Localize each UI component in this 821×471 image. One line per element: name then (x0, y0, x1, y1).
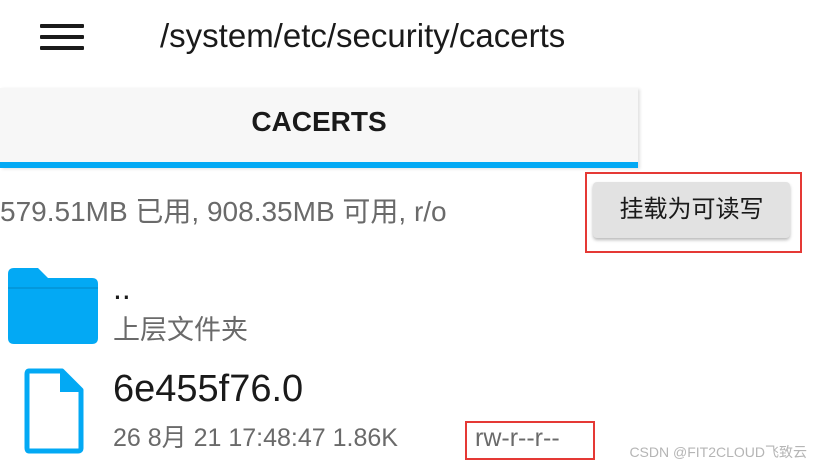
menu-icon-line (40, 35, 84, 39)
tab-cacerts[interactable]: CACERTS (0, 88, 638, 162)
menu-icon-line (40, 46, 84, 50)
menu-icon[interactable] (40, 24, 84, 50)
app-bar: /system/etc/security/cacerts (0, 0, 821, 78)
file-icon (24, 368, 84, 454)
storage-info: 579.51MB 已用, 908.35MB 可用, r/o (0, 196, 447, 227)
parent-folder-row[interactable]: .. 上层文件夹 (0, 262, 821, 352)
tab-bar: CACERTS (0, 88, 638, 168)
file-size: 1.86K (332, 424, 398, 452)
current-path-title: /system/etc/security/cacerts (160, 17, 566, 54)
item-name: .. (113, 270, 131, 306)
watermark: CSDN @FIT2CLOUD飞致云 (629, 444, 807, 460)
file-date: 26 8月 21 17:48:47 (113, 424, 326, 452)
file-name: 6e455f76.0 (113, 368, 304, 410)
folder-icon (8, 268, 98, 344)
permissions-highlight (465, 421, 595, 460)
item-subtitle: 上层文件夹 (113, 315, 248, 345)
mount-read-write-button[interactable]: 挂载为可读写 (593, 182, 790, 238)
file-meta: 26 8月 21 17:48:47 1.86K (113, 420, 398, 456)
menu-icon-line (40, 24, 84, 28)
active-tab-indicator (0, 162, 638, 168)
